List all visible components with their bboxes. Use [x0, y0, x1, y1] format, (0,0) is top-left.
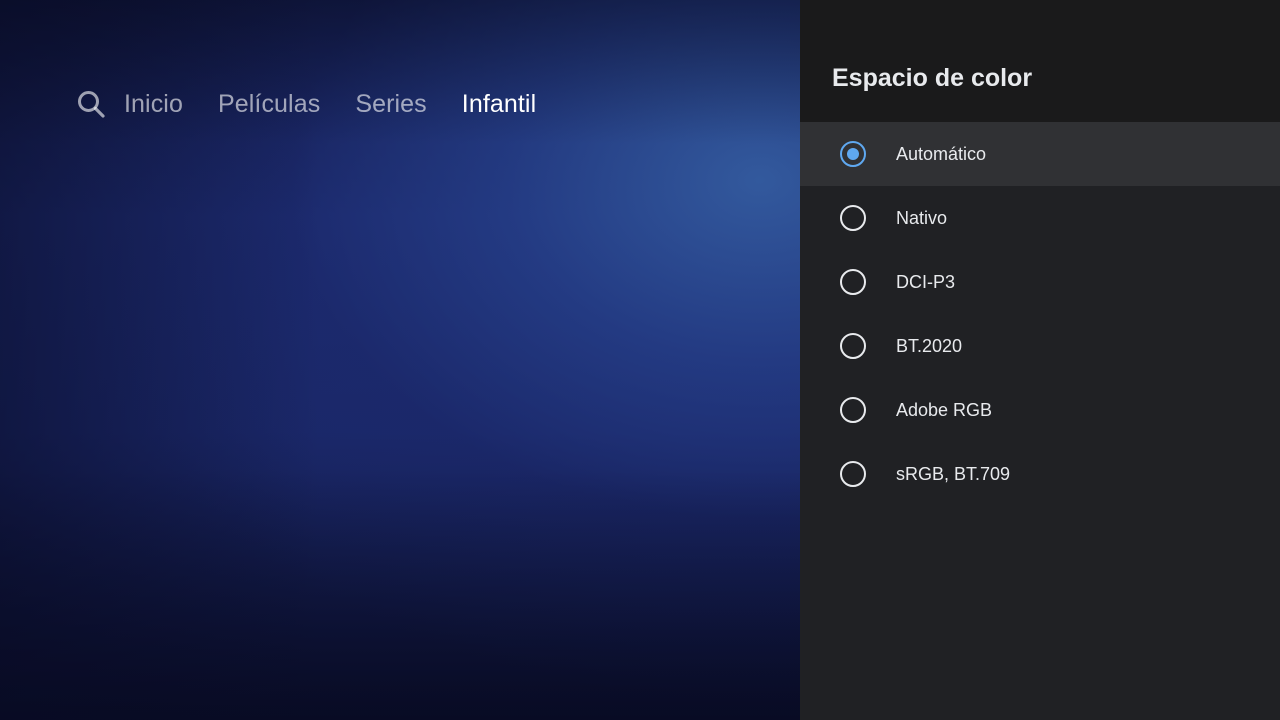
- radio-unselected-icon: [840, 269, 866, 295]
- option-adobe-rgb[interactable]: Adobe RGB: [800, 378, 1280, 442]
- radio-unselected-icon: [840, 461, 866, 487]
- option-label: Adobe RGB: [896, 399, 993, 420]
- nav-item-infantil[interactable]: Infantil: [462, 90, 536, 119]
- search-icon: [78, 91, 105, 118]
- option-bt2020[interactable]: BT.2020: [800, 314, 1280, 378]
- radio-unselected-icon: [840, 205, 866, 231]
- panel-header: Espacio de color: [800, 0, 1280, 122]
- option-dci-p3[interactable]: DCI-P3: [800, 250, 1280, 314]
- option-nativo[interactable]: Nativo: [800, 186, 1280, 250]
- option-label: sRGB, BT.709: [896, 463, 1011, 484]
- option-label: BT.2020: [896, 335, 963, 356]
- option-srgb-bt709[interactable]: sRGB, BT.709: [800, 442, 1280, 506]
- search-button[interactable]: [76, 84, 108, 124]
- nav-item-peliculas[interactable]: Películas: [218, 90, 320, 119]
- radio-unselected-icon: [840, 397, 866, 423]
- nav-item-inicio[interactable]: Inicio: [124, 90, 183, 119]
- option-automatico[interactable]: Automático: [800, 122, 1280, 186]
- top-navigation: Inicio Películas Series Infantil: [76, 84, 571, 124]
- panel-title: Espacio de color: [832, 64, 1033, 92]
- option-label: Nativo: [896, 207, 948, 228]
- color-space-panel: Espacio de color Automático Nativo DCI-P…: [800, 0, 1280, 720]
- color-space-options: Automático Nativo DCI-P3 BT.2020 Adobe R…: [800, 122, 1280, 506]
- option-label: Automático: [896, 143, 987, 164]
- screen: Inicio Películas Series Infantil Espacio…: [0, 0, 1280, 720]
- nav-item-series[interactable]: Series: [355, 90, 426, 119]
- radio-selected-icon: [840, 141, 866, 167]
- option-label: DCI-P3: [896, 271, 956, 292]
- radio-unselected-icon: [840, 333, 866, 359]
